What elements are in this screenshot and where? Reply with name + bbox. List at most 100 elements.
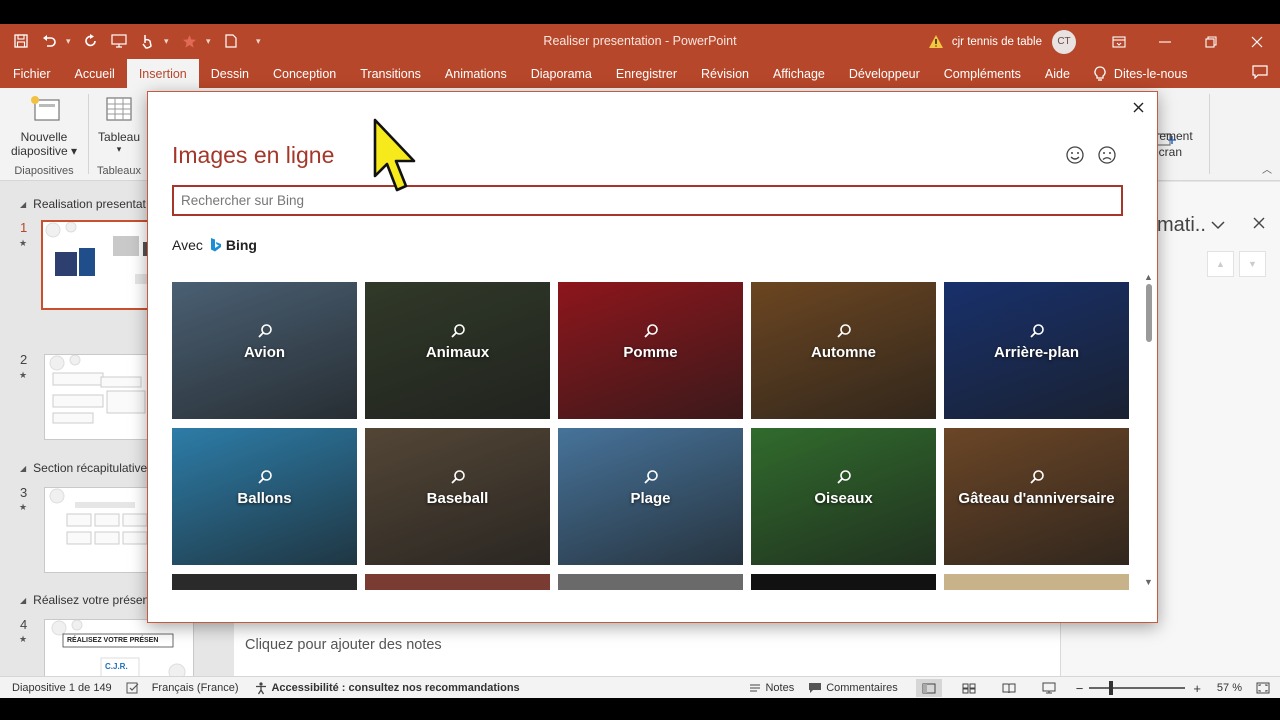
- tab-3[interactable]: Dessin: [199, 59, 261, 88]
- smile-feedback-icon[interactable]: [1065, 145, 1085, 165]
- move-down-icon[interactable]: ▼: [1239, 251, 1266, 277]
- section-header-1[interactable]: ◢ Realisation presentat: [20, 197, 146, 211]
- bing-logo-icon: [210, 238, 221, 252]
- restore-icon[interactable]: [1188, 24, 1234, 59]
- zoom-out-icon[interactable]: −: [1076, 681, 1084, 696]
- slide-counter[interactable]: Diapositive 1 de 149: [12, 682, 112, 694]
- table-dropdown-icon: ▾: [116, 144, 122, 154]
- search-icon: [643, 324, 658, 338]
- zoom-level[interactable]: 57 %: [1217, 682, 1242, 694]
- tell-me-search[interactable]: Dites-le-nous: [1110, 59, 1200, 88]
- tab-4[interactable]: Conception: [261, 59, 348, 88]
- tab-5[interactable]: Transitions: [348, 59, 433, 88]
- section-header-3[interactable]: ◢ Réalisez votre présen: [20, 593, 149, 607]
- language-indicator[interactable]: Français (France): [152, 682, 239, 694]
- category-tile[interactable]: Baseball: [365, 428, 550, 565]
- zoom-slider[interactable]: [1089, 681, 1186, 695]
- accessibility-icon[interactable]: [254, 681, 268, 695]
- section-header-2[interactable]: ◢ Section récapitulative: [20, 461, 147, 475]
- provider-name: Bing: [225, 237, 257, 253]
- tab-1[interactable]: Accueil: [63, 59, 127, 88]
- accessibility-status[interactable]: Accessibilité : consultez nos recommanda…: [271, 682, 519, 694]
- close-window-icon[interactable]: [1234, 24, 1280, 59]
- category-tile[interactable]: Ballons: [172, 428, 357, 565]
- slide-thumbnail-4[interactable]: RÉALISEZ VOTRE PRÉSEN C.J.R.: [44, 619, 194, 679]
- comments-button[interactable]: Commentaires: [808, 682, 898, 694]
- status-bar: Diapositive 1 de 149 Français (France) A…: [0, 676, 1280, 698]
- scroll-thumb[interactable]: [1146, 284, 1152, 342]
- zoom-slider-thumb[interactable]: [1109, 681, 1114, 695]
- category-tile[interactable]: Arrière-plan: [944, 282, 1129, 419]
- tab-2[interactable]: Insertion: [126, 59, 199, 88]
- category-label: Gâteau d'anniversaire: [958, 490, 1115, 507]
- tab-6[interactable]: Animations: [433, 59, 519, 88]
- dialog-scrollbar[interactable]: ▲ ▼: [1143, 272, 1155, 587]
- tab-8[interactable]: Enregistrer: [604, 59, 689, 88]
- minimize-icon[interactable]: [1142, 24, 1188, 59]
- section-name: Section récapitulative: [33, 461, 148, 475]
- comment-icon: [809, 683, 822, 693]
- search-icon: [450, 470, 465, 484]
- scroll-down-icon[interactable]: ▼: [1144, 577, 1153, 587]
- category-tile-partial[interactable]: [558, 574, 743, 590]
- category-tile[interactable]: Automne: [751, 282, 936, 419]
- tab-7[interactable]: Diaporama: [519, 59, 604, 88]
- tab-11[interactable]: Développeur: [837, 59, 932, 88]
- category-tile[interactable]: Plage: [558, 428, 743, 565]
- tab-9[interactable]: Révision: [689, 59, 761, 88]
- category-label: Ballons: [237, 490, 292, 507]
- slide-sorter-icon[interactable]: [956, 679, 982, 697]
- close-dialog-icon[interactable]: [1127, 96, 1149, 118]
- category-tile-partial[interactable]: [172, 574, 357, 590]
- bing-search-input[interactable]: [174, 187, 1121, 214]
- fit-to-window-icon[interactable]: [1250, 679, 1276, 697]
- notes-button[interactable]: Notes: [749, 682, 794, 694]
- comments-label: Commentaires: [826, 682, 898, 694]
- category-tile-partial[interactable]: [944, 574, 1129, 590]
- lightbulb-icon[interactable]: [1094, 59, 1106, 88]
- category-tile-partial[interactable]: [751, 574, 936, 590]
- category-label: Pomme: [623, 344, 678, 361]
- category-label: Arrière-plan: [993, 344, 1080, 361]
- zoom-in-icon[interactable]: +: [1193, 681, 1201, 696]
- notes-pane[interactable]: Cliquez pour ajouter des notes: [234, 622, 1060, 676]
- search-icon: [643, 470, 658, 484]
- reading-view-icon[interactable]: [996, 679, 1022, 697]
- user-name[interactable]: cjr tennis de table: [952, 36, 1042, 48]
- tab-13[interactable]: Aide: [1033, 59, 1082, 88]
- spell-check-icon[interactable]: [126, 682, 140, 694]
- tab-12[interactable]: Compléments: [932, 59, 1033, 88]
- scroll-up-icon[interactable]: ▲: [1144, 272, 1153, 282]
- category-tile[interactable]: Gâteau d'anniversaire: [944, 428, 1129, 565]
- slide-4-logo: C.J.R.: [105, 662, 128, 671]
- ribbon-display-options-icon[interactable]: [1096, 24, 1142, 59]
- normal-view-icon[interactable]: [915, 679, 942, 697]
- online-pictures-dialog: Images en ligne Avec Bing Avion Animaux Po…: [147, 91, 1158, 623]
- ribbon-tabs: Fichier Accueil Insertion Dessin Conception T…: [0, 59, 1280, 88]
- close-icon[interactable]: [1253, 216, 1265, 232]
- category-tile[interactable]: Animaux: [365, 282, 550, 419]
- comments-pane-icon[interactable]: [1252, 65, 1268, 82]
- frown-feedback-icon[interactable]: [1097, 145, 1117, 165]
- presenter-view-icon[interactable]: [1036, 679, 1062, 697]
- slide-4-banner: RÉALISEZ VOTRE PRÉSEN: [67, 637, 159, 644]
- tab-0[interactable]: Fichier: [1, 59, 63, 88]
- category-tile-partial[interactable]: [365, 574, 550, 590]
- notes-placeholder: Cliquez pour ajouter des notes: [245, 637, 442, 653]
- avatar[interactable]: CT: [1052, 29, 1076, 54]
- ribbon-collapse-icon[interactable]: ︿: [1262, 161, 1272, 176]
- warning-icon[interactable]: [928, 34, 944, 50]
- table-button[interactable]: Tableau ▾: [92, 88, 146, 155]
- new-slide-label-2: diapositive ▾: [10, 144, 78, 158]
- category-tile[interactable]: Pomme: [558, 282, 743, 419]
- collapse-triangle-icon: ◢: [20, 595, 27, 605]
- move-up-icon[interactable]: ▲: [1207, 251, 1234, 277]
- screen-recording-button[interactable]: trement écran: [1152, 128, 1193, 160]
- table-icon: [106, 97, 132, 121]
- category-tile[interactable]: Avion: [172, 282, 357, 419]
- chevron-down-icon[interactable]: [1211, 217, 1225, 233]
- category-tile[interactable]: Oiseaux: [751, 428, 936, 565]
- tab-10[interactable]: Affichage: [761, 59, 837, 88]
- new-slide-button[interactable]: Nouvelle diapositive ▾: [4, 88, 84, 158]
- title-bar: ▾ ▾ ▾ ▾ Realiser presentation - PowerPoi…: [0, 24, 1280, 59]
